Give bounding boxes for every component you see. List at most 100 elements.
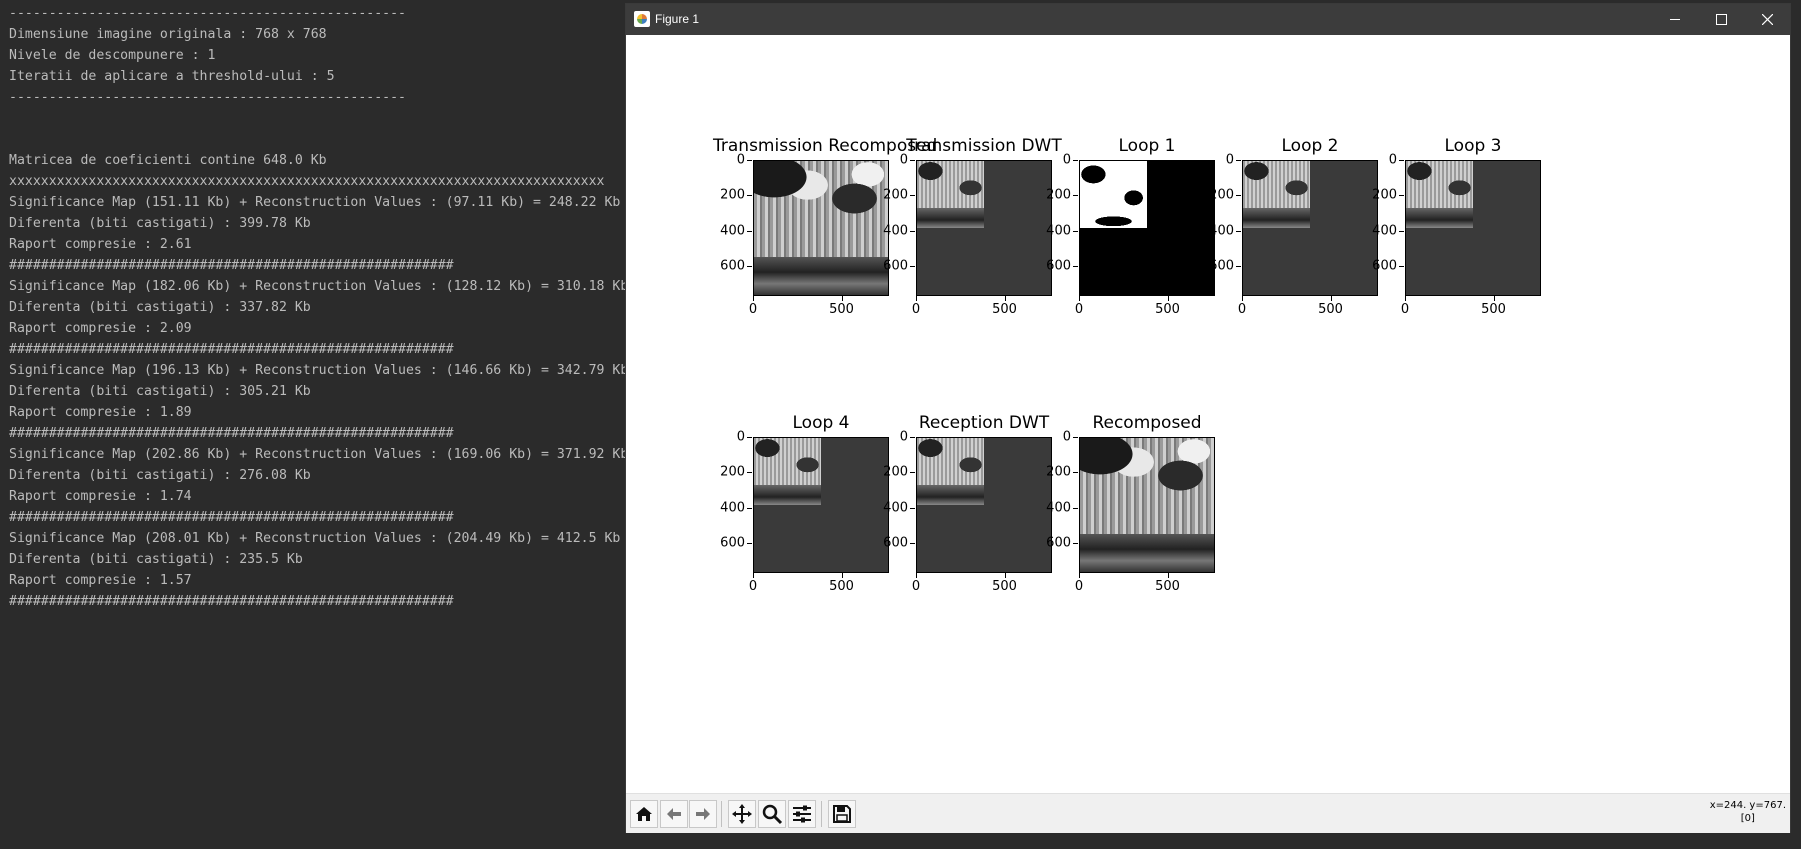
forward-button[interactable] (689, 800, 717, 828)
subplot-image (753, 160, 889, 296)
console-output: ----------------------------------------… (0, 0, 640, 849)
y-tick-label: 0 (736, 152, 745, 168)
x-tick-label: 0 (911, 579, 921, 594)
x-tick-label: 0 (748, 302, 758, 317)
y-tick (1073, 160, 1078, 161)
console-line: Iteratii de aplicare a threshold-ului : … (9, 69, 335, 84)
subplot: Loop 2 0 200 400 600 0 500 (1209, 136, 1378, 317)
y-tick (1073, 437, 1078, 438)
toolbar-separator (821, 801, 822, 827)
x-tick-label: 500 (992, 302, 1017, 317)
y-tick (1073, 230, 1078, 232)
console-line: xxxxxxxxxxxxxxxxxxxxxxxxxxxxxxxxxxxxxxxx… (9, 174, 605, 189)
approximation-quadrant (917, 161, 984, 228)
y-tick-label: 200 (720, 187, 745, 203)
y-tick-label: 0 (1062, 152, 1071, 168)
y-tick (1236, 266, 1241, 268)
y-tick-label: 600 (720, 535, 745, 551)
figure-canvas[interactable]: Transmission Recomposed 0 200 400 600 0 500 Tra… (626, 35, 1790, 793)
x-tick (1242, 296, 1243, 301)
x-tick (1493, 296, 1495, 301)
x-tick-label: 0 (748, 579, 758, 594)
coords-line-1: x=244. y=767. (1709, 800, 1786, 811)
subplot: Transmission Recomposed 0 200 400 600 0 500 (713, 136, 937, 317)
home-button[interactable] (630, 800, 658, 828)
x-tick (916, 573, 917, 578)
console-line: Dimensiune imagine originala : 768 x 768 (9, 27, 327, 42)
subplot: Loop 3 0 200 400 600 0 500 (1372, 136, 1541, 317)
x-tick-label: 0 (1074, 302, 1084, 317)
y-tick-label: 0 (1388, 152, 1397, 168)
y-tick (747, 195, 752, 197)
approximation-quadrant (1080, 161, 1147, 228)
x-tick-label: 0 (1400, 302, 1410, 317)
y-tick (747, 160, 752, 161)
subplot: Recomposed 0 200 400 600 0 500 (1046, 413, 1215, 594)
navigation-toolbar: x=244. y=767. [0] (626, 793, 1790, 833)
y-tick (1073, 472, 1078, 474)
console-line: Diferenta (biti castigati) : 235.5 Kb (9, 552, 303, 567)
back-button[interactable] (660, 800, 688, 828)
minimize-button[interactable] (1652, 4, 1698, 35)
subplot-image (1405, 160, 1541, 296)
y-tick (1399, 230, 1404, 232)
y-tick-label: 600 (1046, 535, 1071, 551)
save-button[interactable] (828, 800, 856, 828)
home-icon (636, 807, 652, 821)
x-tick (916, 296, 917, 301)
zoom-button[interactable] (758, 800, 786, 828)
x-tick (1004, 296, 1006, 301)
x-tick (1167, 296, 1169, 301)
subplot-image (916, 437, 1052, 573)
subplot-image (1079, 160, 1215, 296)
back-icon (667, 808, 681, 820)
coords-line-2: [0] (1740, 813, 1755, 824)
maximize-icon (1715, 14, 1727, 25)
y-tick-label: 200 (883, 187, 908, 203)
y-tick-label: 200 (883, 464, 908, 480)
x-tick (1167, 573, 1169, 578)
approximation-quadrant (1243, 161, 1310, 228)
console-line: ########################################… (9, 426, 454, 441)
console-line: Nivele de descompunere : 1 (9, 48, 216, 63)
y-tick (1399, 195, 1404, 197)
x-tick (1079, 296, 1080, 301)
y-tick-label: 200 (720, 464, 745, 480)
close-button[interactable] (1744, 4, 1790, 35)
y-tick-label: 0 (1062, 429, 1071, 445)
pan-button[interactable] (728, 800, 756, 828)
console-line: Significance Map (196.13 Kb) + Reconstru… (9, 363, 629, 378)
console-line: Raport compresie : 1.57 (9, 573, 192, 588)
x-tick (1405, 296, 1406, 301)
maximize-button[interactable] (1698, 4, 1744, 35)
console-line: Diferenta (biti castigati) : 337.82 Kb (9, 300, 311, 315)
y-tick (910, 195, 915, 197)
y-tick-label: 400 (720, 500, 745, 516)
y-tick-label: 600 (1046, 258, 1071, 274)
zoom-icon (762, 804, 783, 825)
close-icon (1761, 14, 1773, 25)
console-line: Raport compresie : 2.61 (9, 237, 192, 252)
console-line: Raport compresie : 1.89 (9, 405, 192, 420)
console-line: ########################################… (9, 510, 454, 525)
subplot-image (1079, 437, 1215, 573)
y-tick-label: 400 (720, 223, 745, 239)
configure-subplots-button[interactable] (788, 800, 816, 828)
subplot-title: Loop 3 (1444, 136, 1502, 156)
x-tick-label: 0 (911, 302, 921, 317)
title-bar[interactable]: Figure 1 (626, 4, 1790, 35)
console-line: ########################################… (9, 258, 454, 273)
matplotlib-icon (634, 11, 650, 27)
x-tick-label: 500 (1155, 579, 1180, 594)
y-tick (1073, 195, 1078, 197)
console-line: Raport compresie : 1.74 (9, 489, 192, 504)
y-tick-label: 400 (1046, 223, 1071, 239)
x-tick-label: 500 (1155, 302, 1180, 317)
subplot: Loop 4 0 200 400 600 0 500 (720, 413, 889, 594)
x-tick (1004, 573, 1006, 578)
y-tick (747, 543, 752, 545)
toolbar-separator (721, 801, 722, 827)
subplot: Reception DWT 0 200 400 600 0 500 (883, 413, 1052, 594)
y-tick-label: 600 (720, 258, 745, 274)
